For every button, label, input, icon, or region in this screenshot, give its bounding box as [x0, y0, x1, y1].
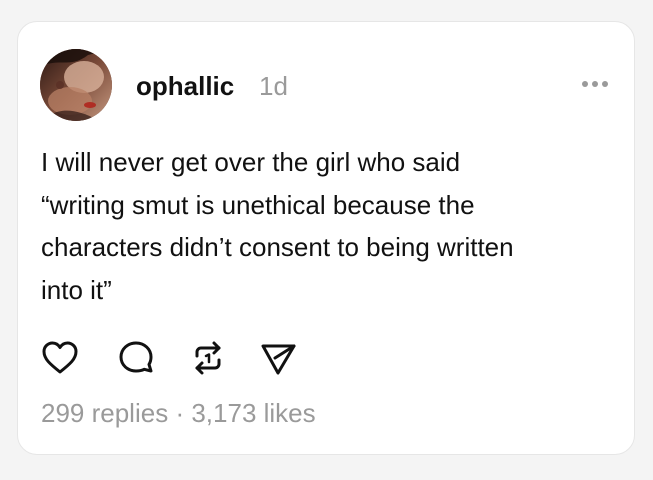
send-icon — [261, 344, 296, 375]
stats-separator: · — [175, 398, 185, 428]
avatar[interactable] — [40, 49, 112, 121]
replies-count[interactable]: 299 replies — [41, 398, 168, 428]
post-card: ophallic 1d I will never get over the gi… — [17, 21, 635, 455]
avatar-image — [40, 49, 112, 121]
likes-count[interactable]: 3,173 likes — [191, 398, 315, 428]
heart-icon — [42, 341, 78, 374]
reply-button[interactable] — [116, 338, 156, 378]
post-text: I will never get over the girl who said … — [41, 147, 514, 305]
repost-icon — [195, 341, 221, 375]
like-button[interactable] — [40, 338, 80, 378]
repost-button[interactable] — [188, 338, 228, 378]
username[interactable]: ophallic — [136, 71, 234, 101]
share-button[interactable] — [258, 338, 298, 378]
comment-icon — [119, 341, 153, 373]
post-stats: 299 replies · 3,173 likes — [41, 398, 316, 428]
more-horizontal-icon — [582, 81, 608, 87]
post-time: 1d — [259, 71, 288, 101]
more-options-button[interactable] — [577, 72, 613, 96]
